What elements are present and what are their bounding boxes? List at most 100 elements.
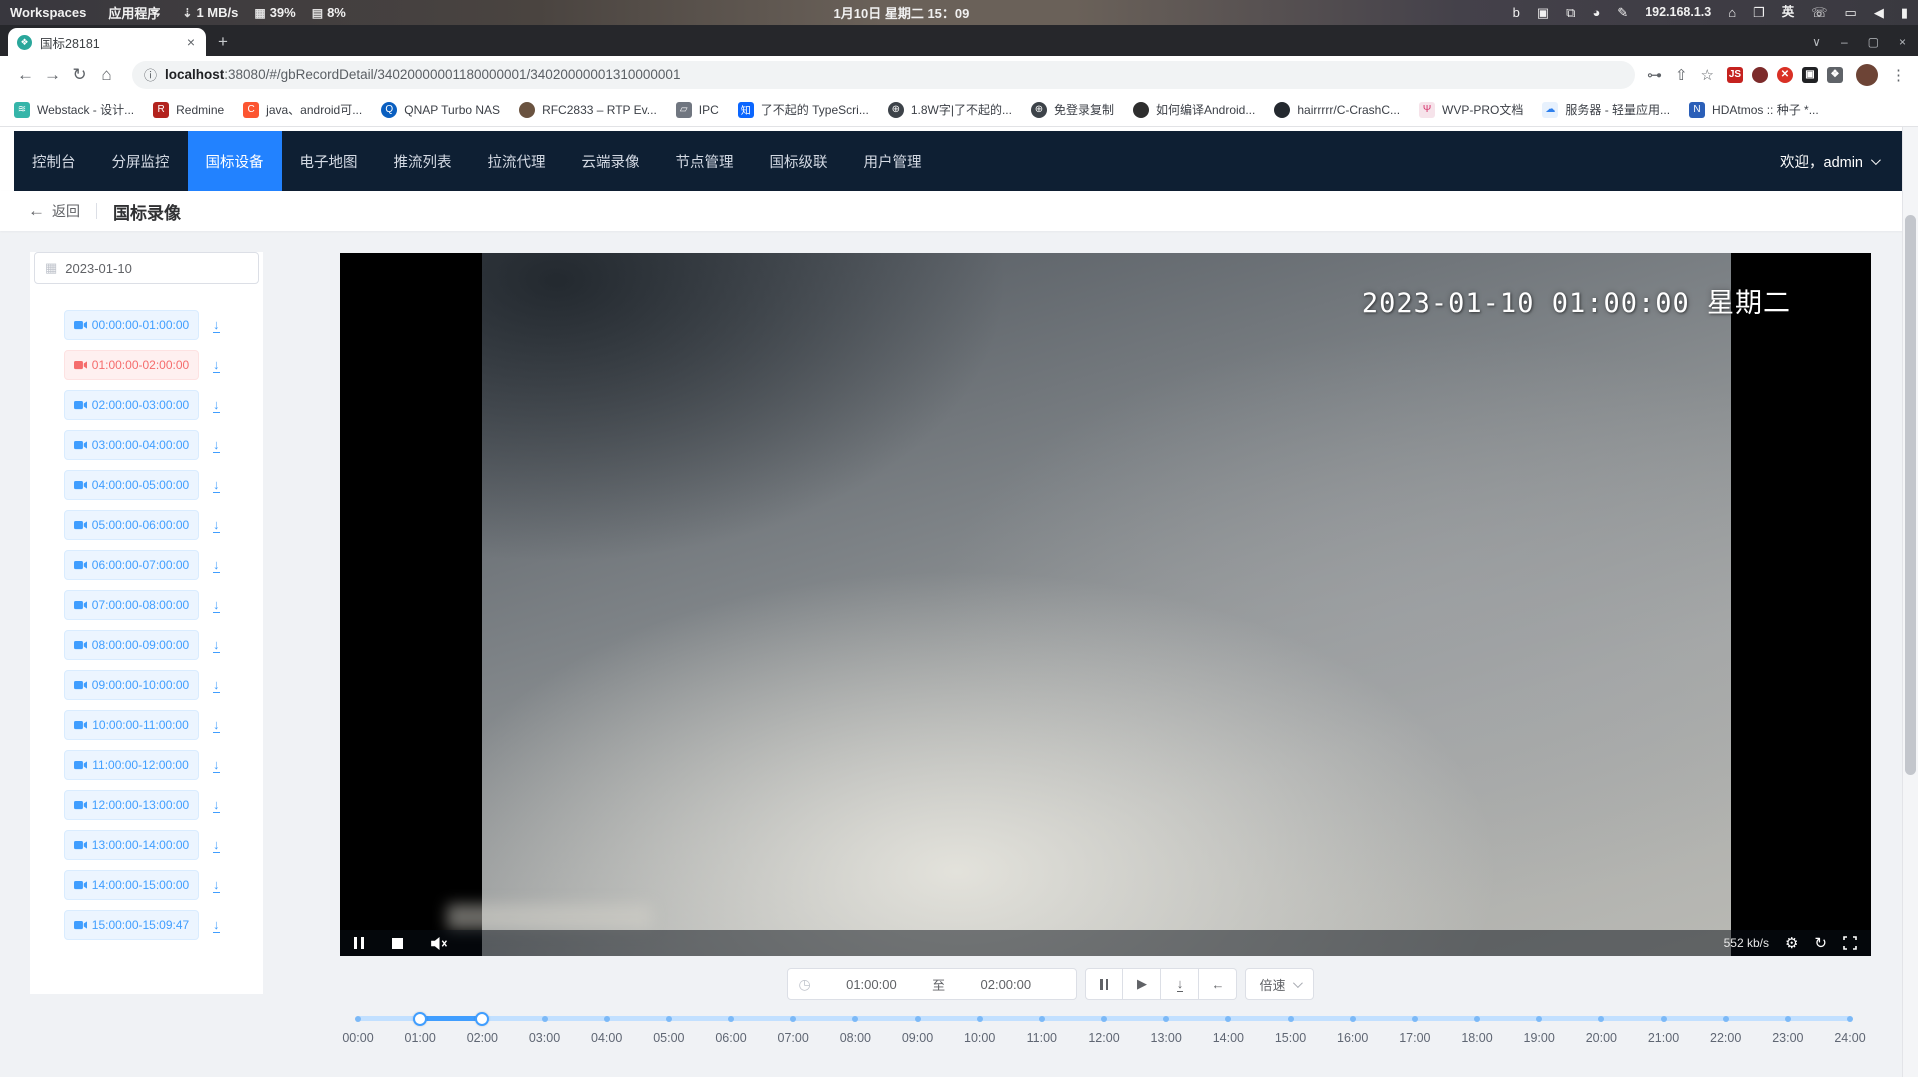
- recording-segment-button[interactable]: 06:00:00-07:00:00: [64, 550, 199, 580]
- download-icon[interactable]: ↓: [213, 918, 220, 933]
- bookmark-item[interactable]: RFC2833 – RTP Ev...: [519, 102, 657, 118]
- bookmark-item[interactable]: ⊕1.8W字|了不起的...: [888, 101, 1012, 118]
- nav-item[interactable]: 推流列表: [376, 131, 470, 191]
- nav-item[interactable]: 电子地图: [282, 131, 376, 191]
- new-tab-button[interactable]: +: [218, 32, 228, 52]
- recording-segment-button[interactable]: 01:00:00-02:00:00: [64, 350, 199, 380]
- workspaces-button[interactable]: Workspaces: [10, 5, 86, 20]
- bookmark-item[interactable]: ☁服务器 - 轻量应用...: [1542, 101, 1670, 118]
- recording-segment-button[interactable]: 03:00:00-04:00:00: [64, 430, 199, 460]
- bookmark-item[interactable]: ⊕免登录复制: [1031, 101, 1114, 118]
- bookmark-item[interactable]: 如何编译Android...: [1133, 101, 1255, 118]
- window-minimize-icon[interactable]: –: [1841, 35, 1848, 49]
- nav-item[interactable]: 拉流代理: [470, 131, 564, 191]
- download-icon[interactable]: ↓: [213, 638, 220, 653]
- pause-icon[interactable]: [354, 937, 364, 949]
- download-icon[interactable]: ↓: [213, 438, 220, 453]
- time-range-input[interactable]: ◷ 01:00:00 至 02:00:00: [787, 968, 1077, 1000]
- status-icon[interactable]: ☏: [1811, 6, 1827, 19]
- nav-item[interactable]: 节点管理: [658, 131, 752, 191]
- settings-gear-icon[interactable]: ⚙: [1785, 936, 1798, 951]
- nav-item[interactable]: 云端录像: [564, 131, 658, 191]
- nav-item[interactable]: 控制台: [14, 131, 94, 191]
- status-icon[interactable]: 192.168.1.3: [1645, 6, 1711, 19]
- bookmark-item[interactable]: RRedmine: [153, 102, 224, 118]
- status-icon[interactable]: ◕: [1592, 6, 1600, 19]
- bookmark-item[interactable]: ≋Webstack - 设计...: [14, 101, 134, 118]
- fullscreen-icon[interactable]: [1843, 936, 1857, 950]
- avatar[interactable]: [1856, 64, 1878, 86]
- nav-item[interactable]: 分屏监控: [94, 131, 188, 191]
- download-icon[interactable]: ↓: [213, 758, 220, 773]
- pause-button[interactable]: [1085, 968, 1123, 1000]
- bookmark-item[interactable]: 知了不起的 TypeScri...: [738, 101, 869, 118]
- extension-icon[interactable]: ✕: [1777, 67, 1793, 83]
- status-icon[interactable]: ⌂: [1728, 6, 1736, 19]
- forward-icon[interactable]: →: [39, 65, 66, 85]
- page-scrollbar[interactable]: [1902, 127, 1918, 1077]
- download-icon[interactable]: ↓: [213, 718, 220, 733]
- date-picker-input[interactable]: ▦ 2023-01-10: [34, 252, 259, 284]
- refresh-icon[interactable]: ↻: [1814, 936, 1827, 951]
- download-icon[interactable]: ↓: [213, 838, 220, 853]
- applications-button[interactable]: 应用程序: [108, 3, 160, 22]
- bookmark-item[interactable]: ΨWVP-PRO文档: [1419, 101, 1523, 118]
- extension-icon[interactable]: ▣: [1802, 67, 1818, 83]
- status-icon[interactable]: ▭: [1845, 6, 1857, 19]
- download-icon[interactable]: ↓: [213, 878, 220, 893]
- download-icon[interactable]: ↓: [213, 678, 220, 693]
- status-icon[interactable]: ▣: [1537, 6, 1549, 19]
- bookmark-item[interactable]: QQNAP Turbo NAS: [381, 102, 500, 118]
- download-icon[interactable]: ↓: [213, 318, 220, 333]
- recording-segment-button[interactable]: 13:00:00-14:00:00: [64, 830, 199, 860]
- recording-segment-button[interactable]: 14:00:00-15:00:00: [64, 870, 199, 900]
- extension-icon[interactable]: [1752, 67, 1768, 83]
- welcome-user-dropdown[interactable]: 欢迎，admin: [1780, 131, 1904, 191]
- recording-segment-button[interactable]: 00:00:00-01:00:00: [64, 310, 199, 340]
- recording-segment-button[interactable]: 09:00:00-10:00:00: [64, 670, 199, 700]
- timeline-end-handle[interactable]: [475, 1012, 489, 1026]
- status-icon[interactable]: ❐: [1753, 6, 1765, 19]
- recording-segment-button[interactable]: 12:00:00-13:00:00: [64, 790, 199, 820]
- extension-icon[interactable]: JS: [1727, 67, 1743, 83]
- end-time-value[interactable]: 02:00:00: [945, 977, 1066, 992]
- download-button[interactable]: ↓: [1161, 968, 1199, 1000]
- bookmark-item[interactable]: Cjava、android可...: [243, 101, 362, 118]
- window-maximize-icon[interactable]: ▢: [1868, 35, 1879, 49]
- timeline-start-handle[interactable]: [413, 1012, 427, 1026]
- extension-icon[interactable]: ❖: [1827, 67, 1843, 83]
- status-icon[interactable]: 英: [1782, 6, 1795, 19]
- browser-tab[interactable]: ❖ 国标28181 ×: [8, 28, 206, 56]
- back-button[interactable]: 返回: [52, 201, 80, 221]
- back-arrow-icon[interactable]: ←: [28, 201, 45, 221]
- status-icon[interactable]: ⧉: [1566, 6, 1575, 19]
- download-icon[interactable]: ↓: [213, 598, 220, 613]
- reload-icon[interactable]: ↻: [66, 65, 93, 85]
- status-icon[interactable]: ◀: [1874, 6, 1884, 19]
- recording-segment-button[interactable]: 11:00:00-12:00:00: [64, 750, 199, 780]
- nav-item[interactable]: 国标设备: [188, 131, 282, 191]
- bookmark-star-icon[interactable]: ☆: [1701, 66, 1714, 84]
- status-icon[interactable]: ▮: [1901, 6, 1908, 19]
- recording-segment-button[interactable]: 02:00:00-03:00:00: [64, 390, 199, 420]
- recording-segment-button[interactable]: 10:00:00-11:00:00: [64, 710, 199, 740]
- download-icon[interactable]: ↓: [213, 558, 220, 573]
- bookmark-item[interactable]: hairrrrr/C-CrashC...: [1274, 102, 1400, 118]
- password-key-icon[interactable]: ⊶: [1647, 66, 1662, 84]
- recording-segment-button[interactable]: 08:00:00-09:00:00: [64, 630, 199, 660]
- clock[interactable]: 1月10日 星期二 15：09: [834, 3, 970, 22]
- share-icon[interactable]: ⇧: [1675, 66, 1688, 84]
- recording-segment-button[interactable]: 15:00:00-15:09:47: [64, 910, 199, 940]
- mute-icon[interactable]: [431, 937, 448, 950]
- window-close-icon[interactable]: ×: [1899, 35, 1906, 49]
- recording-segment-button[interactable]: 04:00:00-05:00:00: [64, 470, 199, 500]
- scrollbar-thumb[interactable]: [1905, 215, 1916, 775]
- play-button[interactable]: ▶: [1123, 968, 1161, 1000]
- start-time-value[interactable]: 01:00:00: [811, 977, 932, 992]
- site-info-icon[interactable]: ⓘ: [144, 65, 157, 84]
- download-icon[interactable]: ↓: [213, 398, 220, 413]
- recording-segment-button[interactable]: 07:00:00-08:00:00: [64, 590, 199, 620]
- tab-close-icon[interactable]: ×: [185, 34, 197, 50]
- nav-item[interactable]: 国标级联: [752, 131, 846, 191]
- bookmark-item[interactable]: NHDAtmos :: 种子 *...: [1689, 101, 1819, 118]
